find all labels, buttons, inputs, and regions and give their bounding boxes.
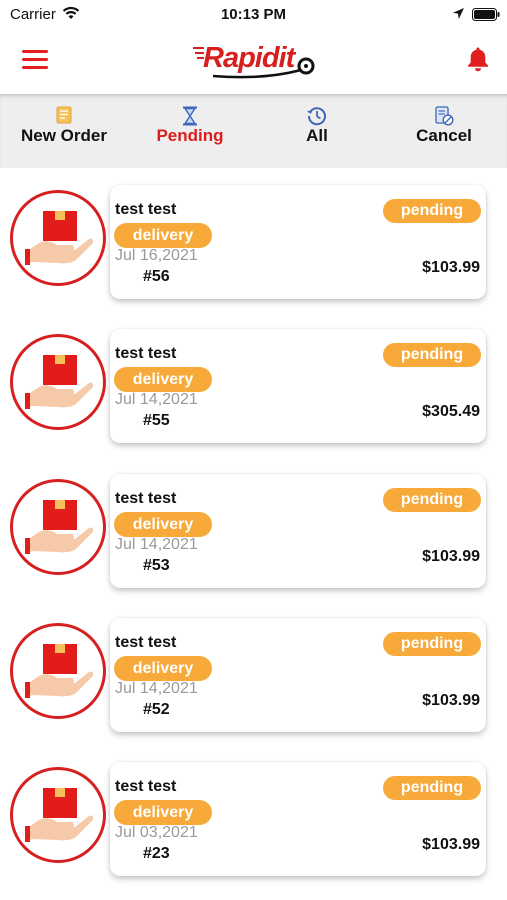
- order-date: Jul 16,2021: [115, 247, 198, 264]
- order-date: Jul 03,2021: [115, 824, 198, 841]
- order-date: Jul 14,2021: [115, 680, 198, 697]
- order-number: #53: [143, 557, 170, 574]
- order-date: Jul 14,2021: [115, 536, 198, 553]
- tab-pending[interactable]: Pending: [145, 94, 235, 168]
- order-card[interactable]: test test delivery Jul 14,2021 #53 pendi…: [110, 474, 486, 588]
- order-item: test test delivery Jul 16,2021 #56 pendi…: [0, 185, 507, 303]
- order-item: test test delivery Jul 14,2021 #55 pendi…: [0, 329, 507, 447]
- tab-label: New Order: [21, 126, 107, 145]
- tab-new-order[interactable]: New Order: [10, 94, 118, 168]
- customer-name: test test: [115, 490, 177, 507]
- status-time: 10:13 PM: [220, 6, 287, 23]
- status-badge: pending: [383, 632, 481, 656]
- order-card[interactable]: test test delivery Jul 03,2021 #23 pendi…: [110, 762, 486, 876]
- order-number: #56: [143, 268, 170, 285]
- battery-icon: [472, 8, 500, 26]
- location-arrow-icon: [452, 7, 465, 25]
- order-price: $305.49: [422, 403, 480, 420]
- customer-name: test test: [115, 778, 177, 795]
- order-type-badge: delivery: [114, 656, 212, 681]
- rapidit-logo: Rapidit: [193, 40, 318, 80]
- order-item: test test delivery Jul 14,2021 #53 pendi…: [0, 474, 507, 592]
- status-badge: pending: [383, 343, 481, 367]
- order-price: $103.99: [422, 548, 480, 565]
- order-price: $103.99: [422, 836, 480, 853]
- logo-text: Rapidit: [203, 42, 295, 74]
- order-card[interactable]: test test delivery Jul 14,2021 #52 pendi…: [110, 618, 486, 732]
- tab-all[interactable]: All: [282, 94, 352, 168]
- order-card[interactable]: test test delivery Jul 14,2021 #55 pendi…: [110, 329, 486, 443]
- order-number: #52: [143, 701, 170, 718]
- customer-name: test test: [115, 201, 177, 218]
- order-type-badge: delivery: [114, 800, 212, 825]
- customer-name: test test: [115, 634, 177, 651]
- order-type-badge: delivery: [114, 223, 212, 248]
- order-type-badge: delivery: [114, 367, 212, 392]
- status-badge: pending: [383, 199, 481, 223]
- status-bar: Carrier 10:13 PM: [0, 0, 507, 30]
- delivery-package-icon: [10, 623, 106, 719]
- order-price: $103.99: [422, 692, 480, 709]
- delivery-package-icon: [10, 767, 106, 863]
- order-price: $103.99: [422, 259, 480, 276]
- status-badge: pending: [383, 488, 481, 512]
- order-card[interactable]: test test delivery Jul 16,2021 #56 pendi…: [110, 185, 486, 299]
- order-number: #23: [143, 845, 170, 862]
- order-type-badge: delivery: [114, 512, 212, 537]
- order-date: Jul 14,2021: [115, 391, 198, 408]
- tab-label: Cancel: [416, 126, 472, 145]
- menu-icon[interactable]: [22, 50, 48, 72]
- delivery-package-icon: [10, 479, 106, 575]
- order-number: #55: [143, 412, 170, 429]
- tab-label: All: [306, 126, 328, 145]
- tab-cancel[interactable]: Cancel: [400, 94, 488, 168]
- order-item: test test delivery Jul 14,2021 #52 pendi…: [0, 618, 507, 736]
- delivery-package-icon: [10, 190, 106, 286]
- notification-bell-icon[interactable]: [466, 46, 490, 77]
- customer-name: test test: [115, 345, 177, 362]
- status-badge: pending: [383, 776, 481, 800]
- tab-label: Pending: [156, 126, 224, 145]
- order-status-tabs: New Order Pending All Cancel: [0, 94, 507, 168]
- order-item: test test delivery Jul 03,2021 #23 pendi…: [0, 762, 507, 880]
- app-header: Rapidit: [0, 30, 507, 94]
- delivery-package-icon: [10, 334, 106, 430]
